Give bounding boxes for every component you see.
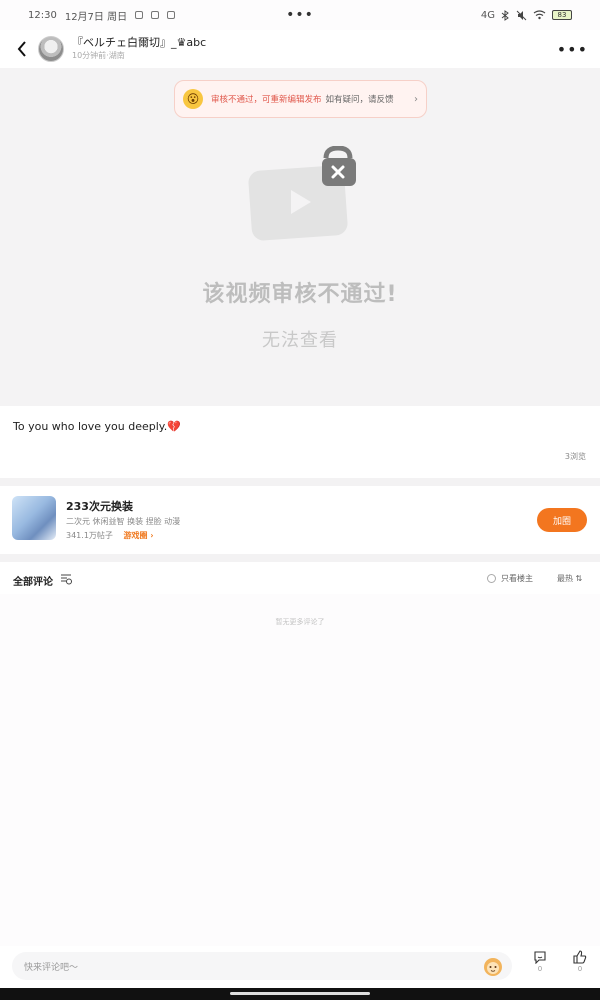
shocked-face-icon: 😮 bbox=[183, 89, 203, 109]
notice-feedback-text: 如有疑问，请反馈 bbox=[325, 95, 394, 105]
like-count: 0 bbox=[577, 965, 583, 973]
status-date: 12月7日 周日 bbox=[64, 11, 128, 23]
status-bar: 12:30 12月7日 周日 ••• 4G 83 bbox=[0, 0, 600, 30]
game-circle-card[interactable]: 233次元换装 二次元 休闲益智 换装 捏脸 动漫 341.1万帖子 游戏圈 ›… bbox=[0, 486, 600, 554]
review-failed-subtitle: 无法查看 bbox=[262, 330, 338, 351]
mute-icon bbox=[516, 10, 527, 20]
more-options-button[interactable]: ••• bbox=[557, 40, 588, 59]
author-only-label: 只看楼主 bbox=[501, 574, 533, 583]
emoji-icon[interactable] bbox=[482, 955, 504, 977]
blocked-video-icon bbox=[248, 146, 356, 241]
circle-tags: 二次元 休闲益智 换装 捏脸 动漫 bbox=[66, 517, 181, 526]
comment-input[interactable]: 快来评论吧～ bbox=[12, 952, 512, 980]
empty-comments-text: 暂无更多评论了 bbox=[275, 618, 325, 626]
filter-icon[interactable] bbox=[60, 573, 72, 585]
wifi-icon bbox=[533, 10, 546, 20]
post-count: 341.1万帖子 bbox=[66, 531, 113, 540]
thumbs-up-icon bbox=[573, 950, 587, 964]
circle-stats: 341.1万帖子 游戏圈 › bbox=[66, 530, 154, 541]
notification-icon bbox=[135, 11, 144, 19]
status-time: 12:30 bbox=[28, 9, 57, 21]
bottom-bar: 快来评论吧～ 0 0 bbox=[0, 946, 600, 988]
comment-count: 0 bbox=[537, 965, 543, 973]
sort-button[interactable]: 最热 ⇅ bbox=[557, 573, 582, 584]
battery-icon: 83 bbox=[552, 10, 572, 20]
avatar[interactable] bbox=[38, 36, 64, 62]
divider bbox=[0, 478, 600, 486]
user-name[interactable]: 『ベルチェ白爾切』_♛abc bbox=[72, 36, 206, 50]
view-count: 3浏览 bbox=[564, 452, 586, 461]
chevron-right-icon: › bbox=[414, 93, 418, 105]
review-failed-title: 该视频审核不通过! bbox=[202, 282, 398, 307]
network-label: 4G bbox=[480, 9, 495, 21]
divider bbox=[0, 554, 600, 562]
comments-title: 全部评论 bbox=[13, 577, 53, 588]
post-meta: 10分钟前·湖南 bbox=[72, 51, 125, 60]
radio-icon bbox=[487, 574, 496, 583]
user-info[interactable]: 『ベルチェ白爾切』_♛abc 10分钟前·湖南 bbox=[72, 36, 206, 62]
author-only-toggle[interactable]: 只看楼主 bbox=[487, 573, 533, 584]
video-area: 😮 审核不通过，可重新编辑发布 如有疑问，请反馈 › 该视频审核不通过! 无法查… bbox=[0, 68, 600, 406]
comment-icon bbox=[534, 951, 546, 964]
system-nav-bar bbox=[0, 988, 600, 1000]
chevron-left-icon bbox=[17, 41, 26, 57]
circle-thumbnail[interactable] bbox=[12, 496, 56, 540]
review-notice[interactable]: 😮 审核不通过，可重新编辑发布 如有疑问，请反馈 › bbox=[174, 80, 427, 118]
post-description: To you who love you deeply.💔 bbox=[13, 420, 181, 433]
comments-header: 全部评论 只看楼主 最热 ⇅ bbox=[0, 562, 600, 594]
back-button[interactable] bbox=[12, 35, 32, 63]
comment-placeholder: 快来评论吧～ bbox=[24, 962, 79, 973]
like-action[interactable]: 0 bbox=[570, 950, 590, 973]
home-indicator[interactable] bbox=[230, 992, 370, 995]
circle-title[interactable]: 233次元换装 bbox=[66, 498, 133, 514]
post-description-block: To you who love you deeply.💔 3浏览 bbox=[0, 406, 600, 478]
bluetooth-icon bbox=[501, 9, 509, 21]
post-header: 『ベルチェ白爾切』_♛abc 10分钟前·湖南 ••• bbox=[0, 30, 600, 68]
notice-text: 审核不通过，可重新编辑发布 bbox=[211, 95, 322, 105]
join-circle-button[interactable]: 加圈 bbox=[537, 508, 587, 532]
game-circle-link[interactable]: 游戏圈 › bbox=[123, 531, 153, 540]
status-dots: ••• bbox=[286, 7, 314, 23]
notification-icon bbox=[167, 11, 176, 19]
notification-icon bbox=[151, 11, 160, 19]
comment-action[interactable]: 0 bbox=[530, 950, 550, 973]
